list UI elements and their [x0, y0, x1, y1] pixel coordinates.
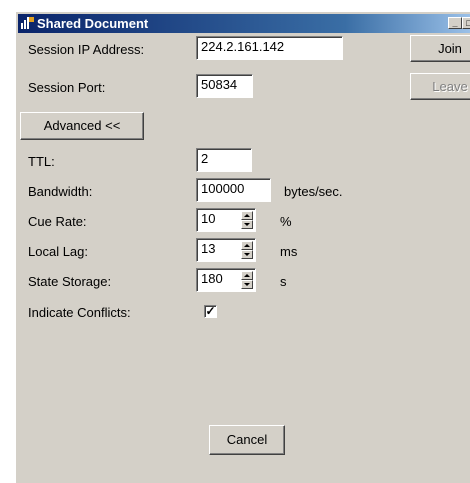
window-title: Shared Document	[37, 16, 149, 31]
advanced-toggle-button[interactable]: Advanced <<	[20, 112, 144, 140]
cue-rate-label: Cue Rate:	[28, 214, 87, 229]
session-port-label: Session Port:	[28, 80, 106, 95]
local-lag-value[interactable]: 13	[201, 241, 215, 256]
state-storage-unit: s	[280, 274, 287, 289]
ttl-input[interactable]: 2	[196, 148, 252, 172]
local-lag-down-arrow-icon[interactable]	[241, 250, 253, 259]
state-storage-up-arrow-icon[interactable]	[241, 271, 253, 280]
indicate-conflicts-checkbox[interactable]: ✓	[204, 305, 217, 318]
bandwidth-input[interactable]: 100000	[196, 178, 271, 202]
join-button[interactable]: Join	[410, 35, 470, 62]
shared-document-window: Shared Document _ □ × Session IP Address…	[15, 11, 470, 483]
cancel-button[interactable]: Cancel	[209, 425, 285, 455]
session-ip-input[interactable]: 224.2.161.142	[196, 36, 343, 60]
state-storage-down-arrow-icon[interactable]	[241, 280, 253, 289]
state-storage-value[interactable]: 180	[201, 271, 223, 286]
cue-rate-spinner[interactable]: 10	[196, 208, 256, 232]
session-ip-label: Session IP Address:	[28, 42, 145, 57]
title-bar[interactable]: Shared Document _ □ ×	[18, 14, 470, 33]
app-icon	[21, 17, 34, 29]
state-storage-spinner[interactable]: 180	[196, 268, 256, 292]
bandwidth-label: Bandwidth:	[28, 184, 93, 199]
local-lag-label: Local Lag:	[28, 244, 88, 259]
maximize-button[interactable]: □	[462, 17, 470, 29]
local-lag-unit: ms	[280, 244, 298, 259]
state-storage-label: State Storage:	[28, 274, 112, 289]
cue-rate-down-arrow-icon[interactable]	[241, 220, 253, 229]
minimize-button[interactable]: _	[448, 17, 462, 29]
leave-button[interactable]: Leave	[410, 73, 470, 100]
ttl-label: TTL:	[28, 154, 55, 169]
local-lag-up-arrow-icon[interactable]	[241, 241, 253, 250]
indicate-conflicts-label: Indicate Conflicts:	[28, 305, 131, 320]
cue-rate-value[interactable]: 10	[201, 211, 215, 226]
cue-rate-unit: %	[280, 214, 292, 229]
cue-rate-up-arrow-icon[interactable]	[241, 211, 253, 220]
session-port-input[interactable]: 50834	[196, 74, 253, 98]
local-lag-spinner[interactable]: 13	[196, 238, 256, 262]
bandwidth-unit: bytes/sec.	[284, 184, 343, 199]
